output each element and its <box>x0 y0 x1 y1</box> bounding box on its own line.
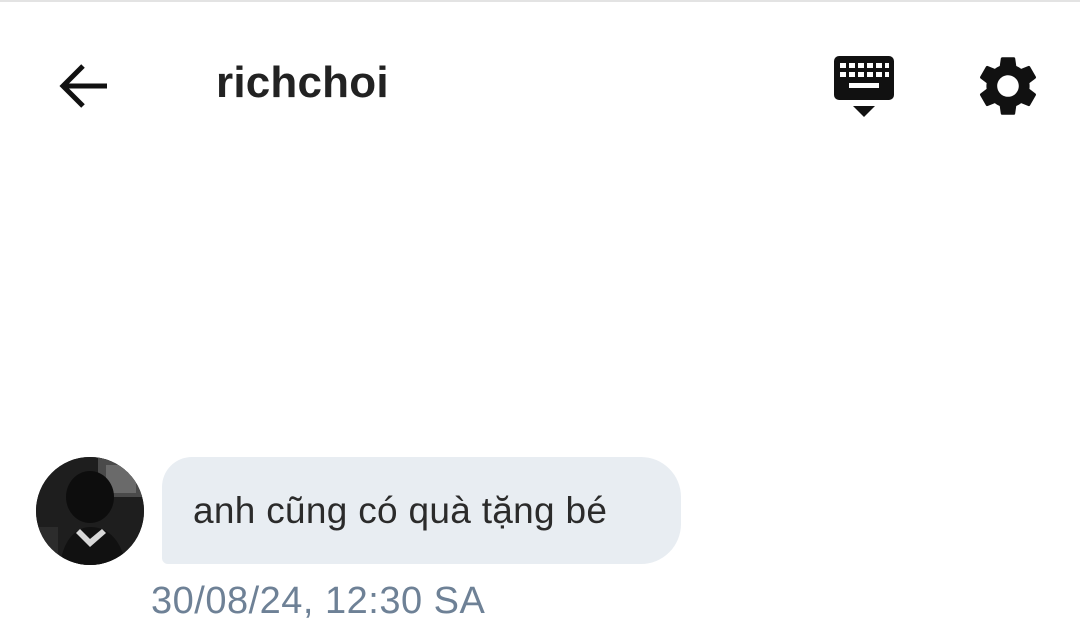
message-bubble[interactable]: anh cũng có quà tặng bé <box>162 457 681 564</box>
back-button[interactable] <box>52 56 116 116</box>
chat-header: richchoi <box>0 0 1080 170</box>
arrow-left-icon <box>59 64 107 108</box>
avatar[interactable] <box>36 457 144 565</box>
settings-button[interactable] <box>972 50 1044 122</box>
keyboard-toggle-button[interactable] <box>828 52 900 122</box>
message-text: anh cũng có quà tặng bé <box>193 489 608 531</box>
page-title: richchoi <box>216 58 389 107</box>
keyboard-hide-icon <box>834 56 894 117</box>
avatar-photo <box>36 457 144 565</box>
message-timestamp: 30/08/24, 12:30 SA <box>151 580 486 622</box>
gear-icon <box>979 57 1037 115</box>
